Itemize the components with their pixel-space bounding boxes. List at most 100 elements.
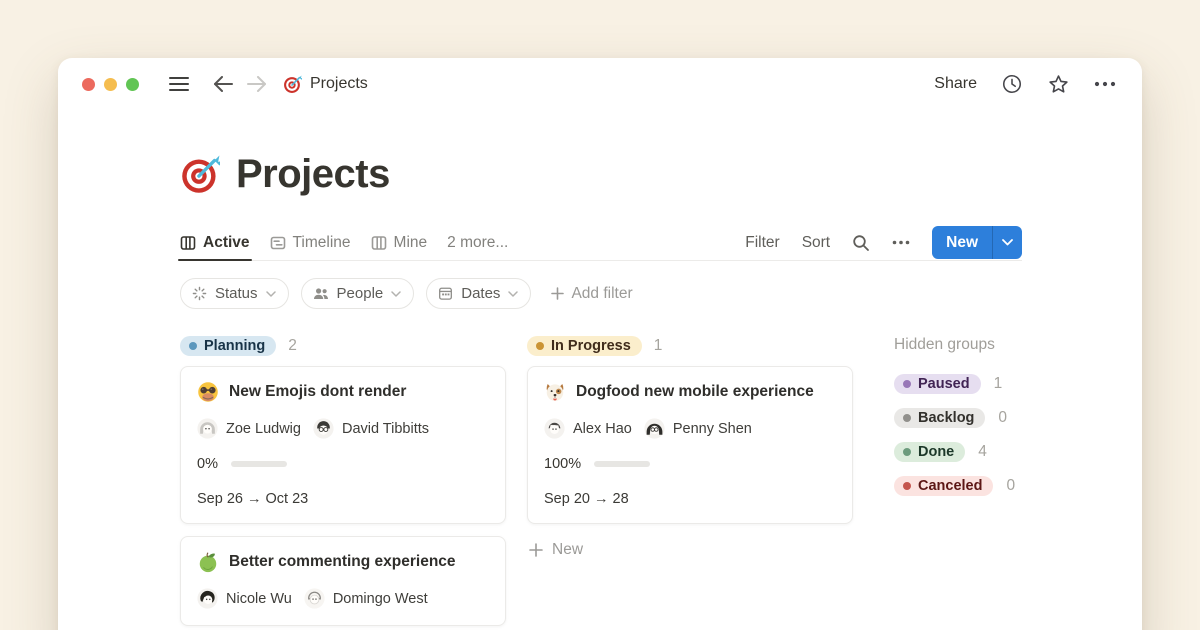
status-pill-planning[interactable]: Planning — [180, 336, 276, 356]
chip-label: Status — [215, 285, 258, 302]
status-dot — [536, 342, 544, 350]
filter-button[interactable]: Filter — [745, 234, 779, 252]
back-arrow-icon[interactable] — [213, 76, 233, 92]
status-pill-in-progress[interactable]: In Progress — [527, 336, 642, 356]
status-pill-label: Planning — [204, 338, 265, 354]
group-count: 0 — [998, 409, 1007, 427]
disguised-face-emoji — [197, 381, 219, 403]
card-title-text: Dogfood new mobile experience — [576, 383, 814, 401]
column-header[interactable]: Planning 2 — [180, 336, 506, 356]
progress-label: 0% — [197, 456, 218, 472]
status-pill-label: Paused — [918, 376, 970, 392]
people-icon — [313, 287, 329, 301]
status-pill-paused[interactable]: Paused — [894, 374, 981, 394]
add-card-label: New — [552, 541, 583, 559]
breadcrumb[interactable]: Projects — [283, 75, 368, 94]
status-filter-chip[interactable]: Status — [180, 278, 289, 309]
person-name: David Tibbitts — [342, 421, 429, 437]
page-title-text: Projects — [236, 152, 390, 197]
card-progress: 100% — [544, 456, 836, 472]
group-count: 0 — [1006, 477, 1015, 495]
view-options-icon[interactable] — [892, 240, 910, 245]
minimize-window-button[interactable] — [104, 78, 117, 91]
zoom-window-button[interactable] — [126, 78, 139, 91]
green-apple-emoji — [197, 551, 219, 573]
more-options-icon[interactable] — [1094, 81, 1116, 87]
titlebar: Projects Share — [58, 58, 1142, 110]
status-dot — [903, 380, 911, 388]
column-count: 2 — [288, 337, 297, 355]
status-pill-label: Canceled — [918, 478, 982, 494]
hidden-group-done[interactable]: Done 4 — [894, 442, 1044, 462]
favorite-star-icon[interactable] — [1047, 73, 1070, 96]
card-progress: 0% — [197, 456, 489, 472]
tab-label: Timeline — [293, 234, 351, 252]
status-pill-label: Backlog — [918, 410, 974, 426]
new-button-label[interactable]: New — [932, 226, 992, 259]
board-view-icon — [180, 235, 196, 251]
tabs-more-button[interactable]: 2 more... — [447, 234, 508, 252]
person-name: Zoe Ludwig — [226, 421, 301, 437]
status-pill-done[interactable]: Done — [894, 442, 965, 462]
people-filter-chip[interactable]: People — [301, 278, 415, 309]
tab-timeline[interactable]: Timeline — [270, 225, 351, 260]
card-dogfood-mobile[interactable]: Dogfood new mobile experience Alex Hao P… — [527, 366, 853, 524]
tab-active[interactable]: Active — [180, 225, 250, 260]
card-title-text: New Emojis dont render — [229, 383, 406, 401]
status-dot — [903, 482, 911, 490]
clock-history-icon[interactable] — [1001, 73, 1023, 95]
plus-icon — [551, 287, 564, 300]
progress-label: 100% — [544, 456, 581, 472]
sidebar-menu-icon[interactable] — [169, 76, 189, 92]
hidden-group-backlog[interactable]: Backlog 0 — [894, 408, 1044, 428]
target-emoji-icon[interactable] — [180, 155, 220, 195]
tab-label: Active — [203, 234, 250, 252]
tab-label: Mine — [394, 234, 428, 252]
traffic-lights — [82, 78, 139, 91]
avatar — [544, 418, 565, 439]
new-button[interactable]: New — [932, 226, 1022, 259]
add-card-button[interactable]: New — [527, 541, 853, 559]
breadcrumb-label: Projects — [310, 75, 368, 93]
hidden-group-canceled[interactable]: Canceled 0 — [894, 476, 1044, 496]
card-title-text: Better commenting experience — [229, 553, 456, 571]
group-count: 1 — [994, 375, 1003, 393]
sort-button[interactable]: Sort — [802, 234, 830, 252]
app-window: Projects Share Projects — [58, 58, 1142, 630]
status-dot — [903, 448, 911, 456]
column-in-progress: In Progress 1 Dogfood new mobile experie… — [527, 336, 853, 559]
search-icon[interactable] — [852, 234, 870, 252]
avatar — [313, 418, 334, 439]
kanban-board: Planning 2 New Emojis dont render — [180, 336, 1022, 630]
group-count: 4 — [978, 443, 987, 461]
forward-arrow-icon[interactable] — [247, 76, 267, 92]
status-pill-backlog[interactable]: Backlog — [894, 408, 985, 428]
card-dates: Sep 26 → Oct 23 — [197, 491, 489, 507]
column-header[interactable]: In Progress 1 — [527, 336, 853, 356]
person-name: Alex Hao — [573, 421, 632, 437]
close-window-button[interactable] — [82, 78, 95, 91]
filter-bar: Status People Dates — [180, 278, 1022, 309]
new-dropdown-chevron-icon[interactable] — [992, 226, 1022, 259]
tab-mine[interactable]: Mine — [371, 225, 428, 260]
card-better-commenting[interactable]: Better commenting experience Nicole Wu D… — [180, 536, 506, 626]
person-name: Nicole Wu — [226, 591, 292, 607]
dates-filter-chip[interactable]: Dates — [426, 278, 531, 309]
card-new-emojis[interactable]: New Emojis dont render Zoe Ludwig David … — [180, 366, 506, 524]
progress-bar — [231, 461, 287, 467]
chip-label: Dates — [461, 285, 500, 302]
dog-face-emoji — [544, 381, 566, 403]
card-people: Alex Hao Penny Shen — [544, 418, 836, 439]
add-filter-button[interactable]: Add filter — [551, 285, 632, 303]
avatar — [644, 418, 665, 439]
status-spinner-icon — [192, 286, 207, 301]
hidden-group-paused[interactable]: Paused 1 — [894, 374, 1044, 394]
chevron-down-icon — [266, 291, 276, 297]
column-planning: Planning 2 New Emojis dont render — [180, 336, 506, 630]
share-button[interactable]: Share — [934, 75, 977, 93]
hidden-groups-section: Hidden groups Paused 1 Backlog 0 — [894, 336, 1044, 510]
view-tabs-row: Active Timeline Mine 2 more... Filter So… — [180, 225, 1022, 261]
status-pill-canceled[interactable]: Canceled — [894, 476, 993, 496]
timeline-view-icon — [270, 235, 286, 251]
status-dot — [189, 342, 197, 350]
